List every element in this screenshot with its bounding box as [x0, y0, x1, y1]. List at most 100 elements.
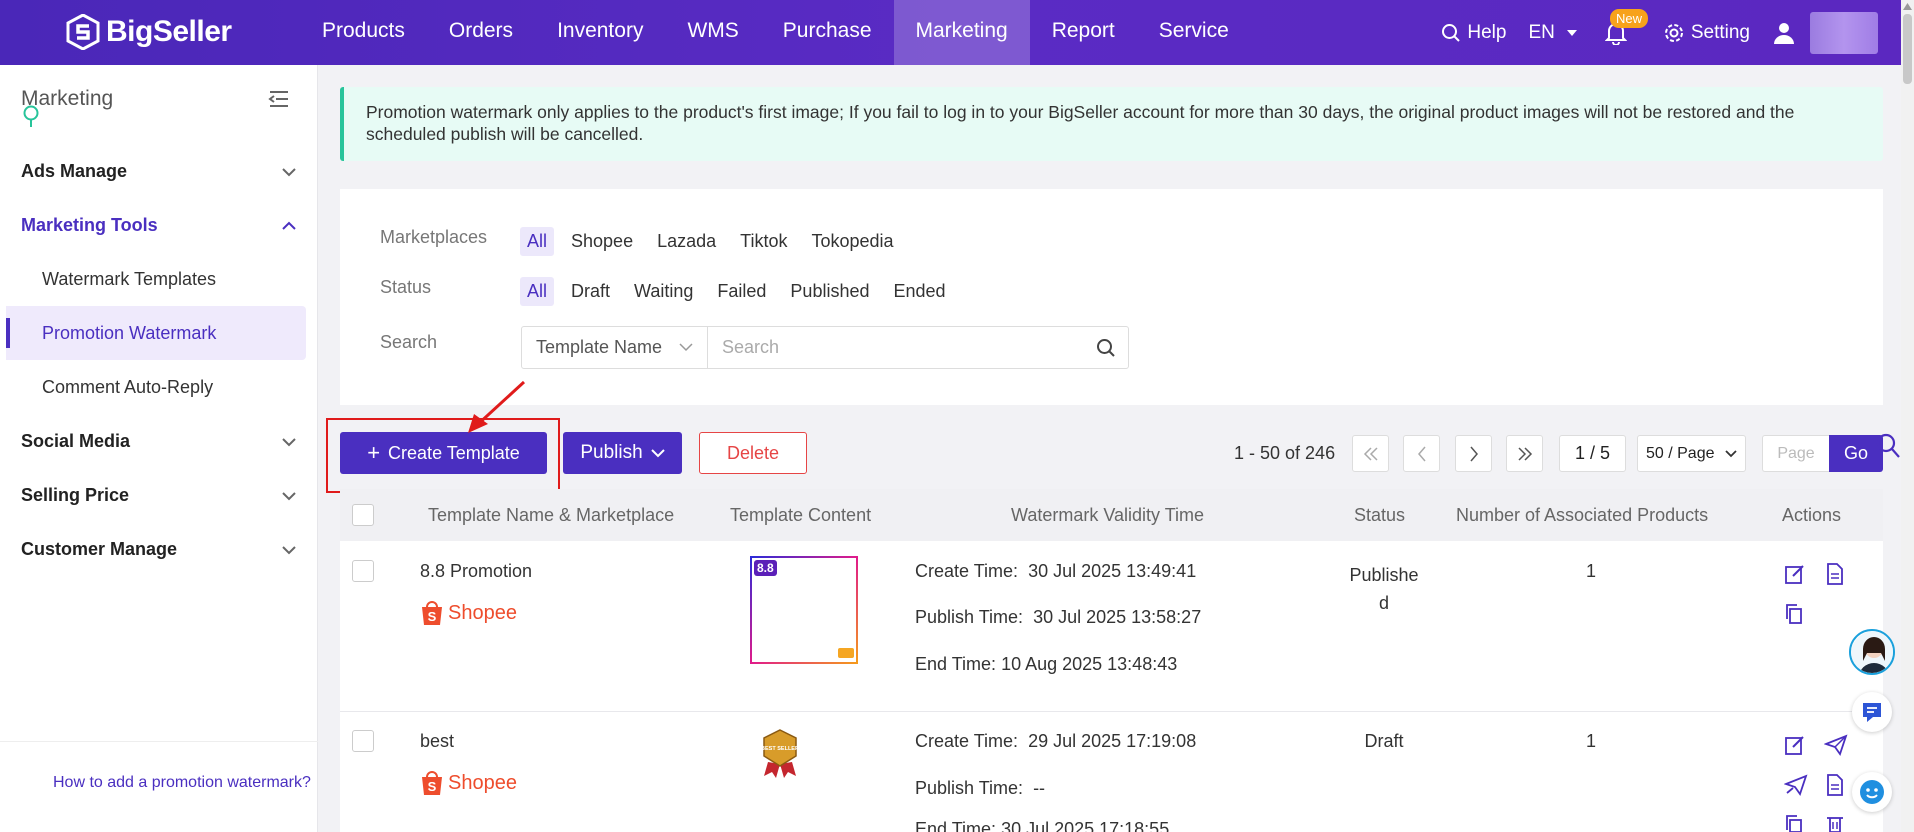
search-button[interactable]: [1084, 327, 1128, 368]
header-actions: Actions: [1782, 505, 1842, 525]
nav-report[interactable]: Report: [1030, 0, 1137, 65]
edit-icon[interactable]: [1784, 563, 1806, 585]
double-chevron-right-icon: [1517, 446, 1532, 461]
chevron-down-icon: [1725, 449, 1737, 457]
trash-icon[interactable]: [1825, 814, 1845, 832]
row-checkbox[interactable]: [352, 730, 374, 752]
scrollbar-thumb[interactable]: [1903, 14, 1912, 84]
status-text: Publishe d: [1344, 561, 1424, 617]
marketplace-shopee: S Shopee: [420, 600, 517, 626]
end-time-value: 30 Jul 2025 17:18:55: [1001, 819, 1170, 832]
help-article-link[interactable]: How to add a promotion watermark?: [0, 741, 318, 796]
edit-icon[interactable]: [1784, 734, 1806, 756]
sidebar-item-ads-manage[interactable]: Ads Manage: [21, 161, 297, 182]
nav-service[interactable]: Service: [1137, 0, 1251, 65]
sidebar-item-label: Social Media: [21, 431, 131, 451]
shopee-bag-icon: S: [422, 771, 442, 795]
publish-time: Publish Time: --: [915, 778, 1045, 799]
next-page-button[interactable]: [1455, 435, 1492, 472]
nav-orders[interactable]: Orders: [427, 0, 535, 65]
search-input[interactable]: [708, 327, 1084, 368]
sidebar-sub-comment-auto-reply[interactable]: Comment Auto-Reply: [6, 360, 306, 414]
marketplace-option-tokopedia[interactable]: Tokopedia: [804, 227, 900, 256]
create-time-value: 30 Jul 2025 13:49:41: [1028, 561, 1197, 581]
language-select[interactable]: EN: [1528, 22, 1582, 44]
chevron-down-icon: [282, 491, 296, 500]
status-option-all[interactable]: All: [520, 277, 555, 306]
annotation-arrow: [468, 380, 526, 433]
copy-icon[interactable]: [1784, 814, 1804, 832]
assistant-button[interactable]: [1852, 772, 1892, 812]
bigseller-logo[interactable]: BigSeller: [66, 14, 232, 50]
sidebar-item-label: Selling Price: [21, 485, 130, 505]
best-seller-badge-thumbnail[interactable]: BEST SELLER: [758, 728, 802, 778]
marketplace-name: Shopee: [448, 601, 517, 624]
sidebar-item-marketing-tools[interactable]: Marketing Tools: [21, 215, 297, 236]
send-icon[interactable]: [1824, 734, 1848, 756]
delete-button[interactable]: Delete: [699, 432, 807, 474]
row-checkbox[interactable]: [352, 560, 374, 582]
search-bar: Template Name: [521, 326, 1129, 369]
status-option-waiting[interactable]: Waiting: [627, 277, 700, 306]
select-all-checkbox[interactable]: [352, 504, 374, 526]
document-icon[interactable]: [1825, 563, 1845, 585]
marketplace-option-lazada[interactable]: Lazada: [650, 227, 723, 256]
page-jump-input[interactable]: [1762, 435, 1829, 472]
sidebar-sub-promotion-watermark[interactable]: Promotion Watermark: [6, 306, 306, 360]
chevron-left-icon: [1417, 446, 1426, 461]
create-time-label: Create Time:: [915, 731, 1019, 751]
template-thumbnail[interactable]: 8.8: [750, 556, 858, 664]
first-page-button[interactable]: [1352, 435, 1389, 472]
status-option-published[interactable]: Published: [783, 277, 876, 306]
sidebar-item-customer-manage[interactable]: Customer Manage: [21, 539, 297, 560]
prev-page-button[interactable]: [1403, 435, 1440, 472]
document-icon[interactable]: [1825, 774, 1845, 796]
copy-icon[interactable]: [1784, 603, 1804, 625]
nav-products[interactable]: Products: [300, 0, 427, 65]
nav-inventory[interactable]: Inventory: [535, 0, 665, 65]
marketplace-option-all[interactable]: All: [520, 227, 555, 256]
nav-marketing[interactable]: Marketing: [893, 0, 1030, 65]
associated-products-count: 1: [1586, 731, 1597, 751]
top-navigation-bar: BigSeller Products Orders Inventory WMS …: [0, 0, 1914, 65]
status-option-failed[interactable]: Failed: [710, 277, 773, 306]
help-link[interactable]: Help: [1441, 22, 1506, 44]
marketplace-option-tiktok[interactable]: Tiktok: [733, 227, 794, 256]
marketplaces-label: Marketplaces: [380, 227, 488, 247]
status-option-draft[interactable]: Draft: [564, 277, 617, 306]
create-time-label: Create Time:: [915, 561, 1019, 581]
sidebar-sub-watermark-templates[interactable]: Watermark Templates: [6, 252, 306, 306]
user-name-blurred[interactable]: [1810, 11, 1878, 54]
scroll-up-arrow-icon[interactable]: [1903, 3, 1912, 10]
search-icon: [1097, 338, 1115, 357]
marketplace-option-shopee[interactable]: Shopee: [564, 227, 640, 256]
sidebar-item-social-media[interactable]: Social Media: [21, 431, 297, 452]
customer-support-avatar[interactable]: [1849, 629, 1895, 675]
page-size-select[interactable]: 50 / Page: [1637, 435, 1746, 472]
svg-text:S: S: [428, 609, 437, 624]
collapse-menu-icon[interactable]: [268, 89, 290, 109]
template-name: best: [420, 731, 455, 751]
page-scrollbar[interactable]: [1901, 0, 1914, 832]
end-time-label: End Time:: [915, 819, 997, 832]
header-status: Status: [1354, 505, 1406, 525]
nav-purchase[interactable]: Purchase: [761, 0, 894, 65]
marketplace-shopee: S Shopee: [420, 770, 517, 796]
setting-link[interactable]: Setting: [1663, 22, 1750, 44]
chat-button[interactable]: [1852, 692, 1892, 732]
nav-wms[interactable]: WMS: [665, 0, 760, 65]
filter-panel: Marketplaces All Shopee Lazada Tiktok To…: [340, 189, 1883, 405]
search-type-select[interactable]: Template Name: [522, 327, 708, 368]
table-row: 8.8 Promotion S Shopee 8.8 Create Time: …: [340, 541, 1883, 712]
publish-dropdown-button[interactable]: Publish: [563, 432, 682, 474]
last-page-button[interactable]: [1506, 435, 1543, 472]
caret-down-icon: [1566, 29, 1577, 36]
send-cancel-icon[interactable]: [1784, 774, 1808, 796]
double-chevron-left-icon: [1363, 446, 1378, 461]
status-option-ended[interactable]: Ended: [886, 277, 952, 306]
table-header: Template Name & Marketplace Template Con…: [340, 489, 1883, 541]
sidebar-item-selling-price[interactable]: Selling Price: [21, 485, 297, 506]
page-size-value: 50 / Page: [1646, 444, 1715, 462]
search-icon[interactable]: [1875, 432, 1901, 460]
user-menu[interactable]: [1772, 21, 1802, 45]
